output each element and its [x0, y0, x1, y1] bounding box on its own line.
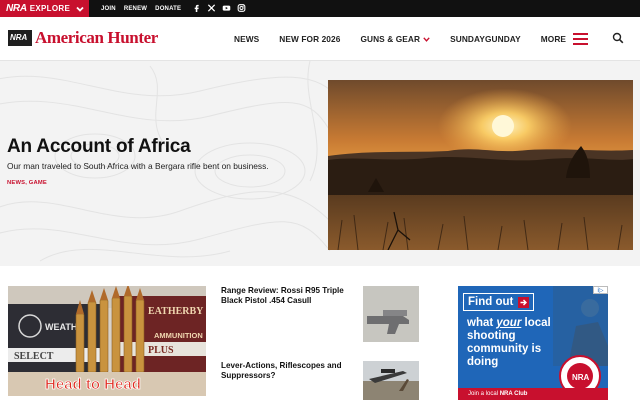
chevron-down-icon: [423, 36, 430, 42]
social-links: [192, 3, 246, 13]
hero-section: An Account of Africa Our man traveled to…: [0, 61, 640, 266]
search-icon[interactable]: [612, 32, 624, 44]
ad-line-before: what: [467, 317, 497, 329]
facebook-icon[interactable]: [192, 3, 201, 13]
story-lever-actions[interactable]: Lever-Actions, Riflescopes and Suppresso…: [221, 361, 356, 381]
hero-tags[interactable]: NEWS, GAME: [7, 180, 47, 186]
top-links: JOIN RENEW DONATE: [101, 0, 181, 17]
explore-label: EXPLORE: [29, 4, 71, 13]
nav-news-label: NEWS: [234, 34, 260, 44]
rifle-range-thumbnail[interactable]: [363, 361, 419, 400]
nav-sundaygunday[interactable]: SUNDAYGUNDAY: [450, 34, 521, 44]
find-out-label: Find out: [468, 296, 514, 308]
nav-sundaygunday-label: SUNDAYGUNDAY: [450, 34, 521, 44]
ad-footer[interactable]: Join a local NRA Club: [458, 388, 608, 400]
nav-guns-gear-label: GUNS & GEAR: [360, 34, 421, 44]
nav-guns-gear[interactable]: GUNS & GEAR: [360, 34, 430, 44]
nav-more[interactable]: MORE: [540, 33, 589, 45]
join-link[interactable]: JOIN: [101, 6, 116, 12]
nav-more-label: MORE: [540, 34, 567, 44]
nra-clubs-ad[interactable]: NRA Find out what your local shooting co…: [458, 286, 608, 400]
nav-news[interactable]: NEWS: [234, 34, 259, 44]
ad-foot-bold: NRA Club: [499, 391, 528, 397]
renew-link[interactable]: RENEW: [124, 6, 147, 12]
ad-foot-pre: Join a local: [468, 391, 500, 397]
ad-headline: what your local shooting community is do…: [467, 317, 575, 369]
arrow-right-icon: [518, 296, 530, 308]
logo-nra-mark: NRA: [10, 33, 28, 42]
nra-logo-box: NRA: [8, 30, 32, 46]
box-plus-label: PLUS: [148, 345, 174, 356]
nav-new-for-2026-label: NEW FOR 2026: [279, 34, 341, 44]
donate-link[interactable]: DONATE: [155, 6, 181, 12]
hero-title[interactable]: An Account of Africa: [7, 136, 191, 158]
nra-explore-menu[interactable]: NRA EXPLORE: [0, 0, 89, 17]
find-out-button[interactable]: Find out: [463, 293, 535, 311]
box-ammunition-label: AMMUNITION: [154, 331, 203, 340]
ammunition-feature-photo[interactable]: WEATH EATHERBY AMMUNITION PLUS SELECT He…: [8, 286, 206, 396]
story-rossi-r95[interactable]: Range Review: Rossi R95 Triple Black Pis…: [221, 286, 356, 306]
nav-new-for-2026[interactable]: NEW FOR 2026: [279, 34, 340, 44]
instagram-icon[interactable]: [237, 3, 246, 13]
seal-nra-text: NRA: [572, 373, 590, 382]
site-header: NRA American Hunter NEWS NEW FOR 2026 GU…: [0, 17, 640, 61]
main-nav: NEWS NEW FOR 2026 GUNS & GEAR SUNDAYGUND…: [234, 17, 589, 61]
x-icon[interactable]: [207, 3, 216, 13]
african-sunset-photo[interactable]: [328, 80, 633, 250]
box-brand-left: WEATH: [45, 322, 77, 332]
logo-text: American Hunter: [35, 28, 158, 47]
box-select-label: SELECT: [14, 351, 54, 362]
american-hunter-logo[interactable]: NRA American Hunter: [8, 28, 158, 48]
youtube-icon[interactable]: [222, 3, 231, 13]
head-to-head-banner: Head to Head: [45, 376, 141, 393]
hero-subtitle: Our man traveled to South Africa with a …: [7, 161, 269, 171]
hamburger-icon: [573, 33, 589, 45]
box-brand-right: EATHERBY: [148, 306, 204, 317]
ad-choices-icon[interactable]: i▷: [593, 286, 608, 294]
ad-line-emph: your: [496, 317, 522, 329]
chevron-down-icon: [76, 6, 84, 12]
nra-top-bar: NRA EXPLORE JOIN RENEW DONATE: [0, 0, 640, 17]
nra-logo: NRA: [6, 3, 27, 14]
pistol-thumbnail[interactable]: [363, 286, 419, 342]
